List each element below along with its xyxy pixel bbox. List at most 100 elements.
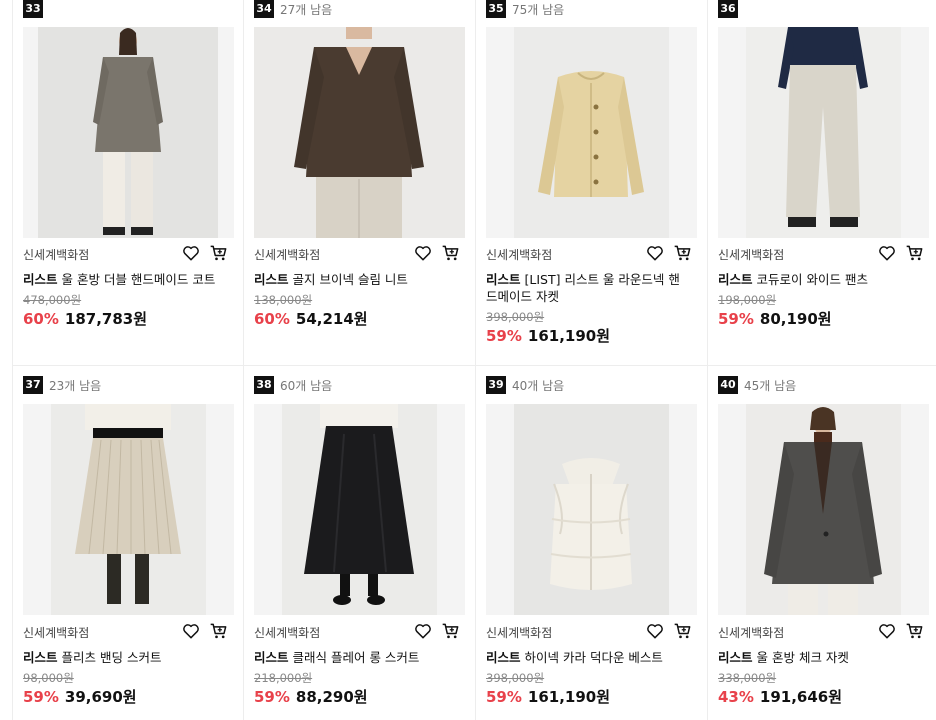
product-card[interactable]: 34 27개 남음 신세계백화점 리스트 골지 브이넥 슬림 니트 138,000… [244,0,476,366]
cart-icon[interactable] [905,621,925,641]
price-value: 161,190원 [527,688,611,706]
card-actions [413,621,461,641]
store-name: 신세계백화점 [486,248,553,262]
rank-row: 35 75개 남음 [486,0,564,18]
original-price: 398,000원 [486,310,545,324]
heart-icon[interactable] [877,621,897,641]
product-name: 울 혼방 체크 자켓 [756,650,849,665]
cart-icon[interactable] [673,243,693,263]
product-card[interactable]: 38 60개 남음 신세계백화점 리스트 클래식 플레어 롱 스커트 218,00… [244,366,476,720]
product-card[interactable]: 39 40개 남음 신세계백화점 리스트 하이넥 카라 덕다운 베스트 398,0… [476,366,708,720]
product-title[interactable]: 리스트 울 혼방 체크 자켓 [718,649,923,666]
product-card[interactable]: 35 75개 남음 신세계백화점 리스트 [LIST] 리스트 울 라운드넥 핸드… [476,0,708,366]
card-actions [877,621,925,641]
product-image[interactable] [486,404,697,615]
price-value: 191,646원 [759,688,843,706]
heart-icon[interactable] [645,243,665,263]
original-price: 398,000원 [486,671,545,685]
card-actions [413,243,461,263]
product-card[interactable]: 36 신세계백화점 리스트 코듀로이 와이드 팬츠 198,000원 59% 80,… [708,0,936,366]
product-image[interactable] [23,27,234,238]
price-value: 187,783원 [64,310,148,328]
product-name: 코듀로이 와이드 팬츠 [756,272,868,287]
product-image[interactable] [718,27,929,238]
rank-badge: 38 [254,376,274,394]
product-title[interactable]: 리스트 클래식 플레어 롱 스커트 [254,649,459,666]
product-title[interactable]: 리스트 코듀로이 와이드 팬츠 [718,271,923,288]
product-image[interactable] [718,404,929,615]
card-actions [877,243,925,263]
heart-icon[interactable] [181,621,201,641]
discount-rate: 59% [486,688,522,706]
product-image[interactable] [254,27,465,238]
product-title[interactable]: 리스트 [LIST] 리스트 울 라운드넥 핸드메이드 자켓 [486,271,691,305]
discount-rate: 60% [23,310,59,328]
cart-icon[interactable] [441,621,461,641]
brand-name: 리스트 [23,650,58,665]
heart-icon[interactable] [181,243,201,263]
discount-rate: 59% [486,327,522,345]
price-value: 161,190원 [527,327,611,345]
cart-icon[interactable] [209,621,229,641]
original-price: 198,000원 [718,293,777,307]
card-actions [645,621,693,641]
heart-icon[interactable] [645,621,665,641]
card-actions [181,243,229,263]
rank-row: 39 40개 남음 [486,376,564,394]
product-card[interactable]: 33 신세계백화점 리스트울 혼방 더블 핸드메이드 코트 478,000원 [12,0,244,366]
product-card[interactable]: 40 45개 남음 신세계백화점 리스트 울 혼방 체크 자켓 338,000원… [708,366,936,720]
rank-badge: 36 [718,0,738,18]
sale-price: 59% 161,190원 [486,686,610,707]
original-price: 478,000원 [23,293,82,307]
rank-badge: 37 [23,376,43,394]
store-name: 신세계백화점 [23,626,90,640]
product-title[interactable]: 리스트 플리츠 밴딩 스커트 [23,649,228,666]
heart-icon[interactable] [413,243,433,263]
cart-icon[interactable] [441,243,461,263]
cart-icon[interactable] [209,243,229,263]
sale-price: 59% 80,190원 [718,308,832,329]
cart-icon[interactable] [905,243,925,263]
stock-remaining: 40개 남음 [512,378,565,393]
rank-badge: 34 [254,0,274,18]
product-name: 울 혼방 더블 핸드메이드 코트 [61,272,216,287]
heart-icon[interactable] [877,243,897,263]
original-price: 98,000원 [23,671,74,685]
product-title[interactable]: 리스트 골지 브이넥 슬림 니트 [254,271,459,288]
product-image[interactable] [486,27,697,238]
sale-price: 60% 54,214원 [254,308,368,329]
price-value: 88,290원 [295,688,368,706]
product-image[interactable] [23,404,234,615]
discount-rate: 60% [254,310,290,328]
store-name: 신세계백화점 [254,248,321,262]
discount-rate: 59% [254,688,290,706]
stock-remaining: 23개 남음 [49,378,102,393]
sale-price: 43% 191,646원 [718,686,842,707]
price-value: 54,214원 [295,310,368,328]
sale-price: 60% 187,783원 [23,308,147,329]
rank-row: 37 23개 남음 [23,376,101,394]
rank-row: 40 45개 남음 [718,376,796,394]
sale-price: 59% 39,690원 [23,686,137,707]
stock-remaining: 75개 남음 [512,2,565,17]
product-name: 클래식 플레어 롱 스커트 [292,650,420,665]
store-name: 신세계백화점 [718,248,785,262]
rank-badge: 33 [23,0,43,18]
store-name: 신세계백화점 [486,626,553,640]
card-actions [181,621,229,641]
original-price: 338,000원 [718,671,777,685]
product-title[interactable]: 리스트 하이넥 카라 덕다운 베스트 [486,649,691,666]
product-image[interactable] [254,404,465,615]
stock-remaining: 27개 남음 [280,2,333,17]
price-value: 39,690원 [64,688,137,706]
store-name: 신세계백화점 [718,626,785,640]
stock-remaining: 60개 남음 [280,378,333,393]
product-grid: 33 신세계백화점 리스트울 혼방 더블 핸드메이드 코트 478,000원 [0,0,936,720]
product-card[interactable]: 37 23개 남음 신세계백화점 리스트 플리츠 밴딩 스커트 98,000원 … [12,366,244,720]
heart-icon[interactable] [413,621,433,641]
store-name: 신세계백화점 [23,248,90,262]
rank-badge: 39 [486,376,506,394]
rank-badge: 35 [486,0,506,18]
cart-icon[interactable] [673,621,693,641]
product-title[interactable]: 리스트 울 혼방 더블 핸드메이드 코트 [23,271,228,288]
